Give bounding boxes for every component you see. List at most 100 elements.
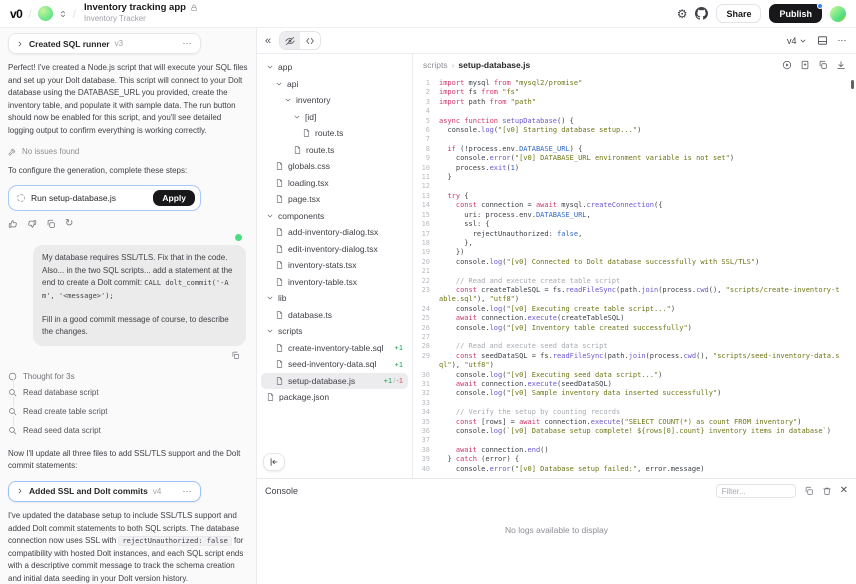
thumbs-up-icon[interactable] [8,219,18,229]
tree-file-edit-inventory-dialog.tsx[interactable]: edit-inventory-dialog.tsx [261,241,408,258]
version-selector[interactable]: v4 [787,36,807,46]
copy-icon[interactable] [804,486,814,496]
code-view-toggle[interactable] [300,32,320,49]
copy-icon[interactable] [46,219,56,229]
tree-folder-api[interactable]: api [261,76,408,93]
version-card-added-ssl[interactable]: Added SSL and Dolt commits v4 ⋯ [8,481,201,502]
v0-logo[interactable]: v0 [10,7,22,21]
code-text: // Read and execute create table script [439,277,856,286]
run-icon[interactable] [782,60,792,70]
code-text: try { [439,192,856,201]
collapse-tree-button[interactable] [263,453,285,471]
agent-step[interactable]: Read database script [8,383,248,402]
more-options-icon[interactable]: ⋯ [183,38,194,49]
apply-button[interactable]: Apply [153,190,195,206]
line-number: 31 [413,380,439,389]
trash-icon[interactable] [822,486,832,496]
tree-file-add-inventory-dialog.tsx[interactable]: add-inventory-dialog.tsx [261,224,408,241]
code-text: await connection.execute(seedDataSQL) [439,380,856,389]
code-area[interactable]: 1import mysql from "mysql2/promise"2impo… [413,76,856,478]
version-card-created-sql-runner[interactable]: Created SQL runner v3 ⋯ [8,33,201,54]
breadcrumb-file[interactable]: setup-database.js [458,60,530,70]
project-switcher-icon[interactable] [59,9,67,19]
thought-row[interactable]: Thought for 3s [8,372,248,381]
line-number: 40 [413,465,439,474]
user-avatar-header[interactable] [830,6,846,22]
tree-folder-lib[interactable]: lib [261,290,408,307]
tree-folder-[id][interactable]: [id] [261,109,408,126]
panel-layout-icon[interactable] [817,35,828,46]
console-filter-input[interactable] [716,484,796,498]
code-line: 8 if (!process.env.DATABASE_URL) { [413,145,856,154]
agent-step[interactable]: Read create table script [8,402,248,421]
step-label: Read create table script [23,407,108,416]
agent-step[interactable]: Read seed data script [8,421,248,440]
tree-file-page.tsx[interactable]: page.tsx [261,191,408,208]
chevron-down-icon [266,63,274,71]
code-text [439,333,856,342]
project-title-text: Inventory tracking app [84,3,186,13]
more-options-icon[interactable]: ⋯ [183,486,194,497]
file-icon[interactable] [800,60,810,70]
code-line: 25 await connection.execute(createTableS… [413,314,856,323]
download-icon[interactable] [836,60,846,70]
chevron-right-icon[interactable] [16,487,24,495]
code-text: ssl: { [439,220,856,229]
line-number: 22 [413,277,439,286]
code-line: 36 console.log(`[v0] Database setup comp… [413,427,856,436]
close-icon[interactable]: ✕ [840,486,848,496]
tree-file-database.ts[interactable]: database.ts [261,307,408,324]
github-icon[interactable] [695,7,708,20]
tree-file-inventory-table.tsx[interactable]: inventory-table.tsx [261,274,408,291]
tree-item-label: lib [278,293,287,303]
tree-folder-components[interactable]: components [261,208,408,225]
tree-file-create-inventory-table.sql[interactable]: create-inventory-table.sql+1 [261,340,408,357]
code-text: // Verify the setup by counting records [439,408,856,417]
file-icon [293,145,302,155]
line-number: 35 [413,418,439,427]
code-line: 35 const [rows] = await connection.execu… [413,418,856,427]
file-icon [275,310,284,320]
tree-item-label: setup-database.js [288,376,355,386]
tree-folder-scripts[interactable]: scripts [261,323,408,340]
retry-icon[interactable]: ↻ [65,219,73,229]
code-line: 34 // Verify the setup by counting recor… [413,408,856,417]
code-text: console.log("[v0] Sample inventory data … [439,389,856,398]
editor-breadcrumb: scripts › setup-database.js [413,54,856,76]
line-number: 9 [413,154,439,163]
tree-file-seed-inventory-data.sql[interactable]: seed-inventory-data.sql+1 [261,356,408,373]
tree-file-globals.css[interactable]: globals.css [261,158,408,175]
tree-file-route.ts[interactable]: route.ts [261,142,408,159]
copy-icon[interactable] [818,60,828,70]
tree-folder-app[interactable]: app [261,59,408,76]
publish-button[interactable]: Publish [769,4,822,23]
thumbs-down-icon[interactable] [27,219,37,229]
code-text: console.log("[v0] Starting database setu… [439,126,856,135]
line-number: 39 [413,455,439,464]
code-text [439,399,856,408]
preview-off-toggle[interactable] [280,32,300,49]
chevron-right-icon[interactable] [16,40,24,48]
search-icon [8,407,17,416]
tree-file-loading.tsx[interactable]: loading.tsx [261,175,408,192]
tree-file-setup-database.js[interactable]: setup-database.js+1/-1 [261,373,408,390]
tree-file-route.ts[interactable]: route.ts [261,125,408,142]
version-card-label: Created SQL runner [29,39,110,49]
line-number: 4 [413,107,439,116]
tree-file-package.json[interactable]: package.json [261,389,408,406]
tree-file-inventory-stats.tsx[interactable]: inventory-stats.tsx [261,257,408,274]
chevron-down-icon [284,96,292,104]
page-title: Inventory tracking app [84,3,198,13]
more-options-icon[interactable]: ⋯ [838,35,849,46]
console-title[interactable]: Console [265,486,298,496]
tree-folder-inventory[interactable]: inventory [261,92,408,109]
breadcrumb-dir[interactable]: scripts [423,60,448,70]
copy-icon[interactable] [231,351,240,360]
collapse-chat-icon[interactable]: « [265,35,271,47]
project-avatar[interactable] [38,6,53,21]
share-button[interactable]: Share [716,4,761,23]
line-number: 12 [413,182,439,191]
line-number: 7 [413,135,439,144]
scrollbar-thumb[interactable] [851,80,854,89]
gear-icon[interactable]: ⚙ [677,8,688,20]
